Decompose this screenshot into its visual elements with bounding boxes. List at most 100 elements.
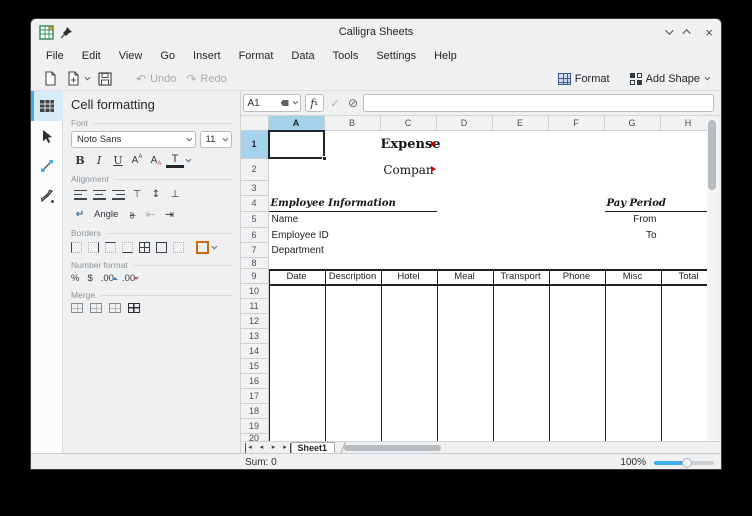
insert-function-button[interactable]: fx (305, 94, 324, 112)
cell-tool-button[interactable] (31, 91, 63, 121)
row-header-2[interactable]: 2 (241, 159, 269, 181)
superscript-button[interactable]: A (128, 153, 146, 168)
vertical-scrollbar-thumb[interactable] (708, 120, 716, 190)
cell-C1[interactable]: Expense (381, 131, 437, 159)
bold-button[interactable]: B (71, 153, 89, 168)
menu-file[interactable]: File (37, 47, 73, 65)
open-document-button[interactable] (62, 69, 93, 88)
row-header-18[interactable]: 18 (241, 404, 269, 419)
row-header-8[interactable]: 8 (241, 258, 269, 269)
merge-cells-button[interactable] (71, 303, 83, 313)
border-left-button[interactable] (71, 242, 82, 253)
cell-D9[interactable]: Meal (437, 269, 493, 284)
close-button[interactable]: × (705, 26, 713, 39)
underline-button[interactable]: U (109, 153, 127, 168)
cell-A5[interactable]: Name (269, 212, 325, 228)
font-size-select[interactable]: 11 (200, 131, 232, 148)
wrap-text-button[interactable]: ↵ (71, 207, 89, 222)
cell-A6[interactable]: Employee ID (269, 228, 325, 243)
menu-go[interactable]: Go (151, 47, 184, 65)
row-header-13[interactable]: 13 (241, 329, 269, 344)
decrease-indent-button[interactable]: ⇤ (141, 207, 159, 222)
align-middle-button[interactable]: ↕ (147, 187, 165, 202)
menu-edit[interactable]: Edit (73, 47, 110, 65)
text-color-button[interactable]: T (166, 153, 184, 168)
cancel-formula-button[interactable]: ⊘ (346, 94, 361, 112)
angle-button[interactable]: Angle (90, 209, 122, 220)
menu-settings[interactable]: Settings (367, 47, 425, 65)
row-header-5[interactable]: 5 (241, 212, 269, 228)
border-color-button[interactable] (196, 241, 209, 254)
cell-G5[interactable]: From (605, 212, 661, 228)
menu-tools[interactable]: Tools (324, 47, 368, 65)
column-header-d[interactable]: D (437, 116, 493, 131)
grid[interactable]: ABCDEFGH1234567891011121314151617181920E… (241, 116, 707, 441)
align-bottom-button[interactable]: ⊥ (166, 187, 184, 202)
column-header-h[interactable]: H (661, 116, 707, 131)
row-header-4[interactable]: 4 (241, 196, 269, 212)
column-header-e[interactable]: E (493, 116, 549, 131)
cell-reference-box[interactable]: A1 (243, 94, 301, 112)
undo-button[interactable]: ↶ Undo (131, 71, 181, 87)
row-header-3[interactable]: 3 (241, 181, 269, 196)
currency-format-button[interactable]: $ (87, 273, 92, 284)
cell-F9[interactable]: Phone (549, 269, 605, 284)
menu-format[interactable]: Format (230, 47, 283, 65)
next-sheet-button[interactable]: ▸ (269, 443, 279, 453)
cell-G9[interactable]: Misc (605, 269, 661, 284)
cell-G6[interactable]: To (605, 228, 661, 243)
subscript-button[interactable]: A (147, 153, 165, 168)
border-top-button[interactable] (105, 242, 116, 253)
column-header-c[interactable]: C (381, 116, 437, 131)
percent-format-button[interactable]: % (71, 273, 79, 284)
cell-B9[interactable]: Description (325, 269, 381, 284)
calligraphy-tool-button[interactable] (31, 181, 63, 211)
format-button[interactable]: Format (553, 71, 615, 87)
column-header-f[interactable]: F (549, 116, 605, 131)
align-right-button[interactable] (109, 187, 127, 202)
row-header-11[interactable]: 11 (241, 299, 269, 314)
horizontal-scrollbar-thumb[interactable] (344, 445, 441, 451)
merge-horizontal-button[interactable] (90, 303, 102, 313)
previous-sheet-button[interactable]: ◂ (257, 443, 267, 453)
italic-button[interactable]: I (90, 153, 108, 168)
font-family-select[interactable]: Noto Sans (71, 131, 196, 148)
cell-C2[interactable]: Compan (381, 159, 437, 181)
align-left-button[interactable] (71, 187, 89, 202)
border-color-dropdown-icon[interactable] (212, 243, 218, 249)
increase-precision-button[interactable]: .00 (101, 273, 114, 284)
zoom-slider-thumb[interactable] (682, 458, 692, 468)
vertical-scrollbar[interactable] (707, 116, 717, 441)
add-shape-button[interactable]: Add Shape (625, 71, 713, 87)
decrease-precision-button[interactable]: .00 (122, 273, 135, 284)
accept-formula-button[interactable]: ✓ (328, 94, 343, 112)
menu-insert[interactable]: Insert (184, 47, 230, 65)
row-header-7[interactable]: 7 (241, 243, 269, 258)
cell-H9[interactable]: Total (661, 269, 707, 284)
last-sheet-button[interactable]: ▸ (281, 443, 291, 453)
border-none-button[interactable] (173, 242, 184, 253)
row-header-12[interactable]: 12 (241, 314, 269, 329)
cell-E9[interactable]: Transport (493, 269, 549, 284)
cell-A9[interactable]: Date (269, 269, 325, 284)
column-header-b[interactable]: B (325, 116, 381, 131)
minimize-button[interactable] (666, 26, 674, 34)
column-header-a[interactable]: A (269, 116, 325, 131)
select-all-corner[interactable] (241, 116, 269, 131)
zoom-slider[interactable] (654, 461, 714, 465)
row-header-1[interactable]: 1 (241, 131, 269, 159)
text-color-dropdown-icon[interactable] (186, 156, 192, 162)
border-bottom-button[interactable] (122, 242, 133, 253)
connector-tool-button[interactable] (31, 151, 63, 181)
menu-data[interactable]: Data (282, 47, 323, 65)
row-header-19[interactable]: 19 (241, 419, 269, 434)
border-outline-button[interactable] (156, 242, 167, 253)
row-header-16[interactable]: 16 (241, 374, 269, 389)
align-top-button[interactable]: ⊤ (128, 187, 146, 202)
row-header-14[interactable]: 14 (241, 344, 269, 359)
selection-tool-button[interactable] (31, 121, 63, 151)
row-header-15[interactable]: 15 (241, 359, 269, 374)
formula-input[interactable] (363, 94, 714, 112)
cell-C9[interactable]: Hotel (381, 269, 437, 284)
vertical-text-button[interactable]: ab (122, 207, 140, 222)
